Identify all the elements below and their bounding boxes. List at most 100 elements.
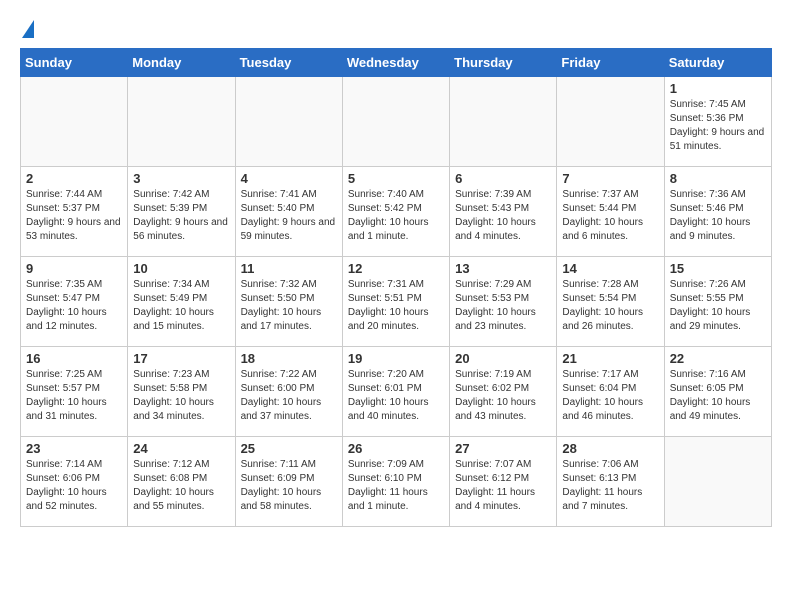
calendar-week-row: 9 Sunrise: 7:35 AM Sunset: 5:47 PM Daylig…: [21, 257, 772, 347]
day-info: Sunrise: 7:31 AM Sunset: 5:51 PM Dayligh…: [348, 278, 444, 334]
day-number: 7: [562, 171, 658, 186]
day-info: Sunrise: 7:26 AM Sunset: 5:55 PM Dayligh…: [670, 278, 766, 334]
calendar-week-row: 2 Sunrise: 7:44 AM Sunset: 5:37 PM Daylig…: [21, 167, 772, 257]
day-number: 25: [241, 441, 337, 456]
calendar-cell: [21, 77, 128, 167]
day-info: Sunrise: 7:17 AM Sunset: 6:04 PM Dayligh…: [562, 368, 658, 424]
calendar-cell: 10Sunrise: 7:34 AM Sunset: 5:49 PM Dayli…: [128, 257, 235, 347]
day-number: 20: [455, 351, 551, 366]
calendar-cell: 28 Sunrise: 7:06 AM Sunset: 6:13 PM Dayli…: [557, 437, 664, 527]
day-info: Sunrise: 7:40 AM Sunset: 5:42 PM Dayligh…: [348, 188, 444, 244]
day-number: 21: [562, 351, 658, 366]
calendar-cell: 19 Sunrise: 7:20 AM Sunset: 6:01 PM Dayli…: [342, 347, 449, 437]
calendar-cell: 17 Sunrise: 7:23 AM Sunset: 5:58 PM Dayli…: [128, 347, 235, 437]
day-info: Sunrise: 7:41 AM Sunset: 5:40 PM Dayligh…: [241, 188, 337, 244]
day-info: Sunrise: 7:07 AM Sunset: 6:12 PM Dayligh…: [455, 458, 551, 514]
day-number: 3: [133, 171, 229, 186]
calendar-cell: 5 Sunrise: 7:40 AM Sunset: 5:42 PM Daylig…: [342, 167, 449, 257]
calendar-week-row: 1 Sunrise: 7:45 AM Sunset: 5:36 PM Daylig…: [21, 77, 772, 167]
calendar-cell: 15 Sunrise: 7:26 AM Sunset: 5:55 PM Dayli…: [664, 257, 771, 347]
calendar-cell: 8Sunrise: 7:36 AM Sunset: 5:46 PM Daylig…: [664, 167, 771, 257]
day-header: Wednesday: [342, 49, 449, 77]
day-number: 17: [133, 351, 229, 366]
day-number: 9: [26, 261, 122, 276]
page-header: [20, 20, 772, 38]
calendar-cell: 11 Sunrise: 7:32 AM Sunset: 5:50 PM Dayli…: [235, 257, 342, 347]
day-info: Sunrise: 7:45 AM Sunset: 5:36 PM Dayligh…: [670, 98, 766, 154]
calendar-cell: 18 Sunrise: 7:22 AM Sunset: 6:00 PM Dayli…: [235, 347, 342, 437]
day-number: 28: [562, 441, 658, 456]
day-info: Sunrise: 7:34 AM Sunset: 5:49 PM Dayligh…: [133, 278, 229, 334]
calendar-cell: 24 Sunrise: 7:12 AM Sunset: 6:08 PM Dayli…: [128, 437, 235, 527]
calendar-cell: 3 Sunrise: 7:42 AM Sunset: 5:39 PM Daylig…: [128, 167, 235, 257]
day-number: 4: [241, 171, 337, 186]
day-info: Sunrise: 7:20 AM Sunset: 6:01 PM Dayligh…: [348, 368, 444, 424]
calendar-table: SundayMondayTuesdayWednesdayThursdayFrid…: [20, 48, 772, 527]
day-info: Sunrise: 7:35 AM Sunset: 5:47 PM Dayligh…: [26, 278, 122, 334]
day-info: Sunrise: 7:14 AM Sunset: 6:06 PM Dayligh…: [26, 458, 122, 514]
calendar-cell: 7 Sunrise: 7:37 AM Sunset: 5:44 PM Daylig…: [557, 167, 664, 257]
calendar-cell: 25 Sunrise: 7:11 AM Sunset: 6:09 PM Dayli…: [235, 437, 342, 527]
calendar-cell: 16 Sunrise: 7:25 AM Sunset: 5:57 PM Dayli…: [21, 347, 128, 437]
day-info: Sunrise: 7:39 AM Sunset: 5:43 PM Dayligh…: [455, 188, 551, 244]
day-number: 18: [241, 351, 337, 366]
day-info: Sunrise: 7:42 AM Sunset: 5:39 PM Dayligh…: [133, 188, 229, 244]
calendar-cell: 12 Sunrise: 7:31 AM Sunset: 5:51 PM Dayli…: [342, 257, 449, 347]
day-header: Monday: [128, 49, 235, 77]
day-number: 26: [348, 441, 444, 456]
day-number: 19: [348, 351, 444, 366]
day-number: 6: [455, 171, 551, 186]
day-header: Sunday: [21, 49, 128, 77]
day-number: 23: [26, 441, 122, 456]
day-header: Thursday: [450, 49, 557, 77]
day-info: Sunrise: 7:25 AM Sunset: 5:57 PM Dayligh…: [26, 368, 122, 424]
day-number: 13: [455, 261, 551, 276]
day-info: Sunrise: 7:09 AM Sunset: 6:10 PM Dayligh…: [348, 458, 444, 514]
calendar-cell: 14Sunrise: 7:28 AM Sunset: 5:54 PM Dayli…: [557, 257, 664, 347]
day-number: 11: [241, 261, 337, 276]
day-header: Tuesday: [235, 49, 342, 77]
calendar-cell: 21 Sunrise: 7:17 AM Sunset: 6:04 PM Dayli…: [557, 347, 664, 437]
logo: [20, 20, 36, 38]
day-number: 5: [348, 171, 444, 186]
calendar-body: 1 Sunrise: 7:45 AM Sunset: 5:36 PM Daylig…: [21, 77, 772, 527]
day-info: Sunrise: 7:32 AM Sunset: 5:50 PM Dayligh…: [241, 278, 337, 334]
day-info: Sunrise: 7:11 AM Sunset: 6:09 PM Dayligh…: [241, 458, 337, 514]
day-number: 2: [26, 171, 122, 186]
day-number: 16: [26, 351, 122, 366]
calendar-cell: 6 Sunrise: 7:39 AM Sunset: 5:43 PM Daylig…: [450, 167, 557, 257]
day-info: Sunrise: 7:23 AM Sunset: 5:58 PM Dayligh…: [133, 368, 229, 424]
calendar-cell: [557, 77, 664, 167]
day-info: Sunrise: 7:29 AM Sunset: 5:53 PM Dayligh…: [455, 278, 551, 334]
day-info: Sunrise: 7:06 AM Sunset: 6:13 PM Dayligh…: [562, 458, 658, 514]
calendar-cell: 4 Sunrise: 7:41 AM Sunset: 5:40 PM Daylig…: [235, 167, 342, 257]
calendar-cell: 22Sunrise: 7:16 AM Sunset: 6:05 PM Dayli…: [664, 347, 771, 437]
calendar-header: SundayMondayTuesdayWednesdayThursdayFrid…: [21, 49, 772, 77]
day-number: 15: [670, 261, 766, 276]
header-row: SundayMondayTuesdayWednesdayThursdayFrid…: [21, 49, 772, 77]
calendar-cell: [128, 77, 235, 167]
day-number: 24: [133, 441, 229, 456]
day-info: Sunrise: 7:19 AM Sunset: 6:02 PM Dayligh…: [455, 368, 551, 424]
calendar-cell: 1 Sunrise: 7:45 AM Sunset: 5:36 PM Daylig…: [664, 77, 771, 167]
calendar-week-row: 16 Sunrise: 7:25 AM Sunset: 5:57 PM Dayli…: [21, 347, 772, 437]
day-info: Sunrise: 7:16 AM Sunset: 6:05 PM Dayligh…: [670, 368, 766, 424]
day-number: 14: [562, 261, 658, 276]
calendar-cell: 23 Sunrise: 7:14 AM Sunset: 6:06 PM Dayli…: [21, 437, 128, 527]
day-info: Sunrise: 7:44 AM Sunset: 5:37 PM Dayligh…: [26, 188, 122, 244]
day-number: 8: [670, 171, 766, 186]
calendar-cell: 2 Sunrise: 7:44 AM Sunset: 5:37 PM Daylig…: [21, 167, 128, 257]
day-number: 12: [348, 261, 444, 276]
calendar-cell: [664, 437, 771, 527]
calendar-cell: 20 Sunrise: 7:19 AM Sunset: 6:02 PM Dayli…: [450, 347, 557, 437]
logo-icon: [22, 20, 34, 38]
calendar-cell: 9 Sunrise: 7:35 AM Sunset: 5:47 PM Daylig…: [21, 257, 128, 347]
day-info: Sunrise: 7:12 AM Sunset: 6:08 PM Dayligh…: [133, 458, 229, 514]
day-header: Friday: [557, 49, 664, 77]
day-info: Sunrise: 7:37 AM Sunset: 5:44 PM Dayligh…: [562, 188, 658, 244]
calendar-cell: 26 Sunrise: 7:09 AM Sunset: 6:10 PM Dayli…: [342, 437, 449, 527]
day-number: 1: [670, 81, 766, 96]
calendar-cell: [450, 77, 557, 167]
calendar-week-row: 23 Sunrise: 7:14 AM Sunset: 6:06 PM Dayli…: [21, 437, 772, 527]
day-info: Sunrise: 7:22 AM Sunset: 6:00 PM Dayligh…: [241, 368, 337, 424]
